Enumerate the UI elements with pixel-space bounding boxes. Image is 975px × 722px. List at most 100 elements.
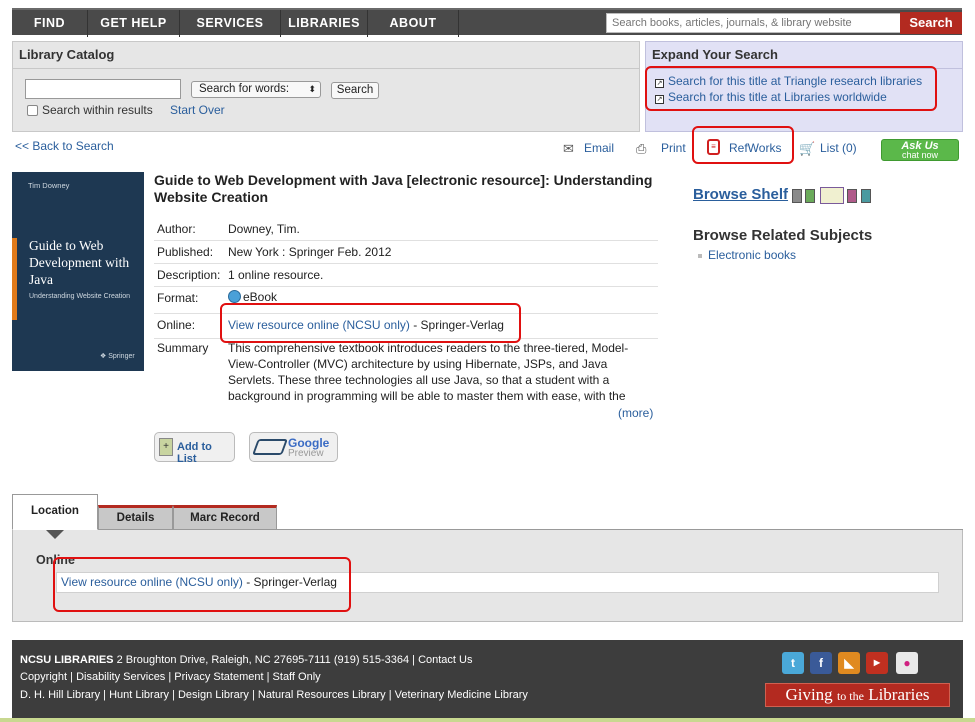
site-search-input[interactable]	[606, 13, 902, 33]
online-label: Online:	[157, 318, 196, 332]
back-to-search-link[interactable]: << Back to Search	[15, 139, 114, 153]
email-link[interactable]: Email	[584, 141, 614, 155]
published-value: New York : Springer Feb. 2012	[228, 245, 392, 259]
shelf-book-icon	[805, 189, 815, 203]
nav-about[interactable]: ABOUT	[368, 10, 459, 37]
contact-us-link[interactable]: Contact Us	[418, 654, 472, 666]
record-title: Guide to Web Development with Java [elec…	[154, 172, 653, 205]
nav-get-help[interactable]: GET HELP	[88, 10, 180, 37]
cover-publisher-name: Springer	[108, 353, 135, 360]
highlight-box	[53, 557, 351, 612]
field-description: Description: 1 online resource.	[154, 264, 658, 287]
hunt-library-link[interactable]: Hunt Library	[109, 689, 169, 701]
footer-policy-line: Copyright | Disability Services | Privac…	[20, 671, 321, 683]
active-tab-arrow-icon	[46, 530, 64, 539]
list-link[interactable]: List (0)	[820, 141, 857, 155]
related-subjects-title: Browse Related Subjects	[693, 227, 873, 244]
book-icon	[252, 439, 288, 455]
preview-label: Preview	[288, 448, 324, 459]
flickr-icon[interactable]: ●	[896, 652, 918, 674]
veterinary-medicine-library-link[interactable]: Veterinary Medicine Library	[395, 689, 528, 701]
facebook-icon[interactable]: f	[810, 652, 832, 674]
expand-title: Expand Your Search	[652, 47, 778, 62]
browse-shelf-link[interactable]: Browse Shelf	[693, 186, 788, 203]
catalog-search-button[interactable]: Search	[331, 82, 379, 99]
cover-publisher: ❖ Springer	[100, 353, 135, 360]
tab-details[interactable]: Details	[98, 505, 173, 530]
catalog-title: Library Catalog	[19, 47, 115, 62]
google-preview-button[interactable]: Google Preview	[249, 432, 338, 462]
privacy-statement-link[interactable]: Privacy Statement	[174, 671, 263, 683]
description-label: Description:	[157, 268, 221, 282]
page-edge	[963, 0, 975, 722]
field-author: Author: Downey, Tim.	[154, 218, 658, 241]
site-search-button[interactable]: Search	[900, 12, 962, 34]
youtube-icon[interactable]: ▶	[866, 652, 888, 674]
cover-accent	[12, 238, 17, 320]
chat-now-label: chat now	[901, 150, 939, 160]
nav-bar: FIND GET HELP SERVICES LIBRARIES ABOUT S…	[12, 8, 962, 37]
shelf-book-icon	[847, 189, 857, 203]
format-text: eBook	[243, 290, 278, 304]
ebook-globe-icon	[228, 290, 241, 303]
author-link[interactable]: Downey, Tim.	[228, 222, 300, 236]
add-to-list-label: Add to List	[177, 441, 212, 465]
search-within-checkbox[interactable]	[27, 105, 38, 116]
giving-word: Giving	[785, 685, 833, 704]
start-over-link[interactable]: Start Over	[170, 103, 225, 117]
library-catalog-panel: Library Catalog Search for words: ⬍ Sear…	[12, 41, 640, 132]
email-icon: ✉	[563, 141, 574, 156]
footer: NCSU LIBRARIES 2 Broughton Drive, Raleig…	[12, 640, 963, 718]
design-library-link[interactable]: Design Library	[178, 689, 249, 701]
nav-libraries[interactable]: LIBRARIES	[281, 10, 368, 37]
dh-hill-library-link[interactable]: D. H. Hill Library	[20, 689, 100, 701]
footer-libraries-line: D. H. Hill Library | Hunt Library | Desi…	[20, 689, 528, 701]
add-to-list-button[interactable]: + Add to List	[154, 432, 235, 465]
footer-address-line: NCSU LIBRARIES 2 Broughton Drive, Raleig…	[20, 654, 472, 666]
natural-resources-library-link[interactable]: Natural Resources Library	[258, 689, 386, 701]
cover-author: Tim Downey	[28, 181, 70, 190]
search-type-value: Search for words:	[199, 83, 290, 95]
print-icon: ⎙	[636, 141, 647, 156]
select-arrows-icon: ⬍	[308, 84, 316, 94]
bottom-strip	[0, 718, 975, 722]
ask-us-chat-button[interactable]: Ask Us chat now	[881, 139, 959, 161]
copyright-link[interactable]: Copyright	[20, 671, 67, 683]
format-label: Format:	[157, 291, 199, 305]
cover-subtitle: Understanding Website Creation	[29, 293, 131, 300]
giving-to-libraries-button[interactable]: Giving to the Libraries	[765, 683, 950, 707]
tab-marc-record[interactable]: Marc Record	[173, 505, 277, 530]
shelf-book-icon	[792, 189, 802, 203]
print-link[interactable]: Print	[661, 141, 686, 155]
field-published: Published: New York : Springer Feb. 2012	[154, 241, 658, 264]
top-navigation: FIND GET HELP SERVICES LIBRARIES ABOUT S…	[0, 0, 975, 44]
more-link[interactable]: (more)	[618, 406, 653, 420]
shelf-book-icon	[861, 189, 871, 203]
summary-label: Summary	[157, 341, 209, 355]
twitter-icon[interactable]: t	[782, 652, 804, 674]
nav-services[interactable]: SERVICES	[180, 10, 281, 37]
tab-location[interactable]: Location	[12, 494, 98, 530]
catalog-search-input[interactable]	[25, 79, 181, 99]
search-type-select[interactable]: Search for words: ⬍	[191, 81, 321, 98]
rss-icon[interactable]: ◣	[838, 652, 860, 674]
giving-libraries-word: Libraries	[868, 685, 930, 704]
bullet	[698, 254, 702, 258]
cart-icon: 🛒	[799, 141, 816, 156]
disability-services-link[interactable]: Disability Services	[76, 671, 165, 683]
description-value: 1 online resource.	[228, 268, 324, 282]
giving-to-the: to the	[836, 689, 864, 703]
related-subject-link[interactable]: Electronic books	[708, 248, 796, 262]
published-label: Published:	[157, 245, 214, 259]
book-cover-image: Tim Downey Guide to Web Development with…	[12, 172, 144, 371]
highlight-box	[692, 126, 794, 164]
open-book-icon	[820, 187, 844, 204]
nav-find[interactable]: FIND	[12, 10, 88, 37]
author-label: Author:	[157, 222, 196, 236]
search-within-label: Search within results	[42, 103, 153, 117]
add-list-icon: +	[159, 438, 173, 456]
format-value: eBook	[228, 290, 277, 304]
divider	[13, 68, 639, 69]
staff-only-link[interactable]: Staff Only	[273, 671, 321, 683]
summary-text: This comprehensive textbook introduces r…	[228, 341, 629, 403]
